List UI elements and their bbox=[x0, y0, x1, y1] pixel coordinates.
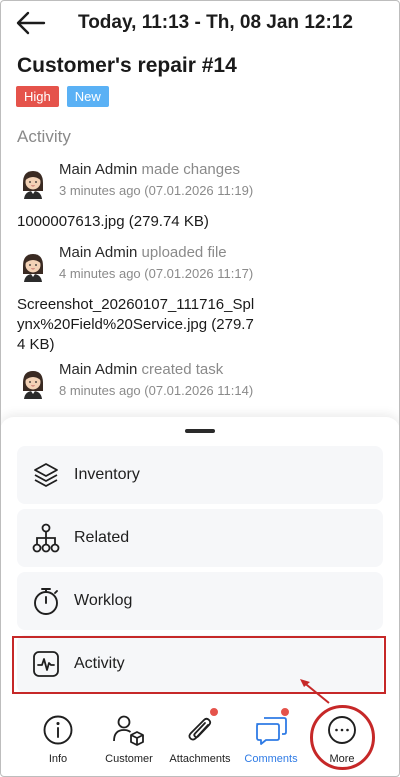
menu-item-label: Inventory bbox=[74, 466, 140, 483]
nav-label: Customer bbox=[105, 753, 153, 765]
activity-section-title: Activity bbox=[17, 127, 71, 146]
nav-info[interactable]: Info bbox=[38, 713, 78, 777]
notification-dot bbox=[280, 707, 290, 717]
menu-item-activity[interactable]: Activity bbox=[17, 635, 383, 693]
entry-author: Main Admin bbox=[59, 361, 138, 378]
top-bar: Today, 11:13 - Th, 08 Jan 12:12 bbox=[0, 0, 400, 46]
nav-label: Attachments bbox=[169, 753, 231, 765]
menu-item-inventory[interactable]: Inventory bbox=[17, 446, 383, 504]
priority-badge: High bbox=[16, 86, 59, 107]
hierarchy-icon bbox=[31, 523, 61, 553]
activity-entry: Main Admin made changes 3 minutes ago (0… bbox=[17, 160, 387, 232]
activity-pulse-icon bbox=[31, 649, 61, 679]
menu-item-label: Worklog bbox=[74, 592, 133, 609]
status-badge: New bbox=[66, 86, 109, 107]
bottom-navigation: Info Customer Attachments Comments More bbox=[0, 707, 400, 777]
entry-action: uploaded file bbox=[141, 244, 227, 261]
more-bottom-sheet: Inventory Related Worklog Activity bbox=[0, 417, 400, 713]
paperclip-icon bbox=[183, 707, 219, 747]
entry-time: 8 minutes ago (07.01.2026 11:14) bbox=[59, 383, 254, 398]
entry-time: 3 minutes ago (07.01.2026 11:19) bbox=[59, 183, 254, 198]
menu-item-label: Related bbox=[74, 529, 130, 546]
comments-icon bbox=[254, 707, 290, 747]
activity-entry: Main Admin uploaded file 4 minutes ago (… bbox=[17, 243, 387, 355]
nav-comments[interactable]: Comments bbox=[240, 707, 302, 777]
activity-entry: Main Admin created task 8 minutes ago (0… bbox=[17, 360, 387, 400]
menu-item-label: Activity bbox=[74, 655, 125, 672]
entry-action: made changes bbox=[141, 161, 240, 178]
date-range-title: Today, 11:13 - Th, 08 Jan 12:12 bbox=[78, 12, 353, 33]
menu-item-related[interactable]: Related bbox=[17, 509, 383, 567]
avatar bbox=[17, 367, 49, 399]
menu-item-worklog[interactable]: Worklog bbox=[17, 572, 383, 630]
drag-handle[interactable] bbox=[185, 429, 215, 433]
back-button[interactable] bbox=[14, 8, 48, 38]
notification-dot bbox=[209, 707, 219, 717]
nav-label: Info bbox=[48, 753, 68, 765]
nav-attachments[interactable]: Attachments bbox=[164, 707, 236, 777]
task-title: Customer's repair #14 bbox=[17, 54, 237, 77]
avatar bbox=[17, 167, 49, 199]
nav-label: More bbox=[329, 753, 355, 765]
entry-author: Main Admin bbox=[59, 244, 138, 261]
entry-author: Main Admin bbox=[59, 161, 138, 178]
more-icon bbox=[325, 713, 359, 747]
entry-action: created task bbox=[141, 361, 224, 378]
nav-more[interactable]: More bbox=[322, 713, 362, 777]
info-icon bbox=[41, 713, 75, 747]
avatar bbox=[17, 250, 49, 282]
entry-detail: Screenshot_20260107_111716_Splynx%20Fiel… bbox=[17, 296, 255, 353]
nav-customer[interactable]: Customer bbox=[98, 713, 160, 777]
stopwatch-icon bbox=[31, 586, 61, 616]
entry-detail: 1000007613.jpg (279.74 KB) bbox=[17, 213, 209, 230]
nav-label: Comments bbox=[244, 753, 298, 765]
customer-icon bbox=[112, 713, 146, 747]
layers-icon bbox=[31, 460, 61, 490]
entry-time: 4 minutes ago (07.01.2026 11:17) bbox=[59, 266, 254, 281]
back-arrow-icon bbox=[16, 11, 46, 35]
badges: High New bbox=[16, 86, 109, 107]
